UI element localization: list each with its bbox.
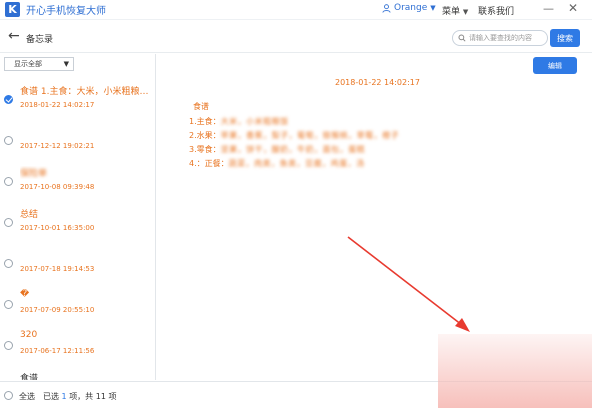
note-title: 保险单 [20,166,152,179]
note-date: 2018-01-22 14:02:17 [20,101,95,109]
note-list-item[interactable]: 2017-07-18 19:14:53 [0,246,155,287]
status-prefix: 已选 [43,392,59,401]
selected-count: 1 [61,392,67,401]
line-blurred-content: 苹果，香蕉，梨子，葡萄，猕猴桃，草莓，橙子 [220,131,400,140]
contact-us-link[interactable]: 联系我们 [478,4,514,17]
note-date: 2017-10-08 09:39:48 [20,183,95,191]
note-body-line: 4.：正餐：蔬菜，肉类，鱼类，豆腐，鸡蛋，汤 [189,158,365,169]
app-title: 开心手机恢复大师 [26,6,106,17]
filter-value: 显示全部 [14,60,42,68]
note-select-radio[interactable] [4,136,13,145]
footer-bar: 全选 已选 1 项，共 11 项 [0,381,592,408]
note-select-radio[interactable] [4,95,13,104]
app-window: K 开心手机恢复大师 Orange ▼ 菜单 ▼ 联系我们 — ✕ ← 备忘录 [0,0,592,408]
title-bar: K 开心手机恢复大师 Orange ▼ 菜单 ▼ 联系我们 — ✕ [0,0,592,20]
note-date: 2017-06-17 12:11:56 [20,347,95,355]
note-list-item[interactable]: 320 2017-06-17 12:11:56 [0,328,155,369]
note-date: 2017-07-18 19:14:53 [20,265,95,273]
note-date: 2018-01-22 14:02:17 [335,78,420,87]
line-blurred-content: 蔬菜，肉类，鱼类，豆腐，鸡蛋，汤 [228,159,365,168]
note-list-item[interactable]: 总结 2017-10-01 16:35:00 [0,205,155,246]
note-title: 320 [20,330,38,340]
user-menu[interactable]: Orange ▼ [382,3,436,13]
select-all-checkbox[interactable] [4,391,13,400]
note-list-item[interactable]: 食谱 1.主食：大米，小米粗粮饭... 2018-01-22 14:02:17 [0,82,155,123]
close-icon[interactable]: ✕ [568,1,578,15]
note-list: 食谱 1.主食：大米，小米粗粮饭... 2018-01-22 14:02:17 20… [0,82,155,380]
selection-status: 已选 1 项，共 11 项 [43,391,116,402]
edit-button[interactable]: 编辑 [533,57,577,74]
note-title: 食谱 [20,374,39,380]
line-prefix: 4.：正餐： [189,159,229,168]
note-title: 总结 [20,210,39,220]
note-list-item[interactable]: 保险单 2017-10-08 09:39:48 [0,164,155,205]
filter-dropdown[interactable]: 显示全部 ▼ [4,57,74,71]
line-blurred-content: 大米，小米粗粮饭 [220,117,289,126]
menu-label: 菜单 [442,7,461,17]
search-box[interactable] [452,30,548,46]
logo-letter: K [8,3,17,16]
page-title: 备忘录 [26,35,54,45]
note-body-line: 1.主食：大米，小米粗粮饭 [189,116,289,127]
note-list-panel: 显示全部 ▼ 食谱 1.主食：大米，小米粗粮饭... 2018-01-22 14:… [0,54,156,380]
back-arrow-icon[interactable]: ← [8,28,20,44]
note-select-radio[interactable] [4,218,13,227]
user-name: Orange [394,3,428,13]
app-logo: K [5,2,20,17]
note-select-radio[interactable] [4,259,13,268]
note-title: 食谱 1.主食：大米，小米粗粮饭... [20,87,152,97]
note-date: 2017-07-09 20:55:10 [20,306,95,314]
note-detail-panel: 编辑 2018-01-22 14:02:17 食谱 1.主食：大米，小米粗粮饭 2… [157,54,592,380]
note-list-item[interactable]: � 2017-07-09 20:55:10 [0,287,155,328]
page-header: ← 备忘录 搜索 [0,21,592,53]
note-list-item[interactable]: 2017-12-12 19:02:21 [0,123,155,164]
total-count: 11 [95,392,106,401]
user-icon [382,3,391,13]
note-select-radio[interactable] [4,177,13,186]
note-date: 2017-10-01 16:35:00 [20,224,95,232]
search-icon [458,34,466,42]
line-prefix: 3.零食： [189,145,221,154]
minimize-icon[interactable]: — [543,2,554,15]
chevron-down-icon: ▼ [63,60,69,68]
note-title: � [20,289,30,299]
line-prefix: 2.水果： [189,131,221,140]
line-prefix: 1.主食： [189,117,221,126]
search-button[interactable]: 搜索 [550,29,580,47]
note-heading: 食谱 [193,102,209,111]
status-suffix: 项 [108,392,117,401]
search-input[interactable] [469,34,545,42]
chevron-down-icon: ▼ [462,8,469,16]
note-select-radio[interactable] [4,341,13,350]
select-all-label[interactable]: 全选 [19,391,35,402]
status-middle: 项，共 [69,392,94,401]
note-list-item[interactable]: 食谱 [0,369,155,380]
note-body-line: 3.零食：坚果，饼干，酸奶，牛奶，面包，蛋糕 [189,144,365,155]
note-body-line: 2.水果：苹果，香蕉，梨子，葡萄，猕猴桃，草莓，橙子 [189,130,399,141]
note-title-blurred: 保险单 [20,169,48,179]
menu-button[interactable]: 菜单 ▼ [442,4,468,17]
line-blurred-content: 坚果，饼干，酸奶，牛奶，面包，蛋糕 [220,145,366,154]
note-select-radio[interactable] [4,300,13,309]
note-date: 2017-12-12 19:02:21 [20,142,95,150]
chevron-down-icon: ▼ [430,4,436,12]
